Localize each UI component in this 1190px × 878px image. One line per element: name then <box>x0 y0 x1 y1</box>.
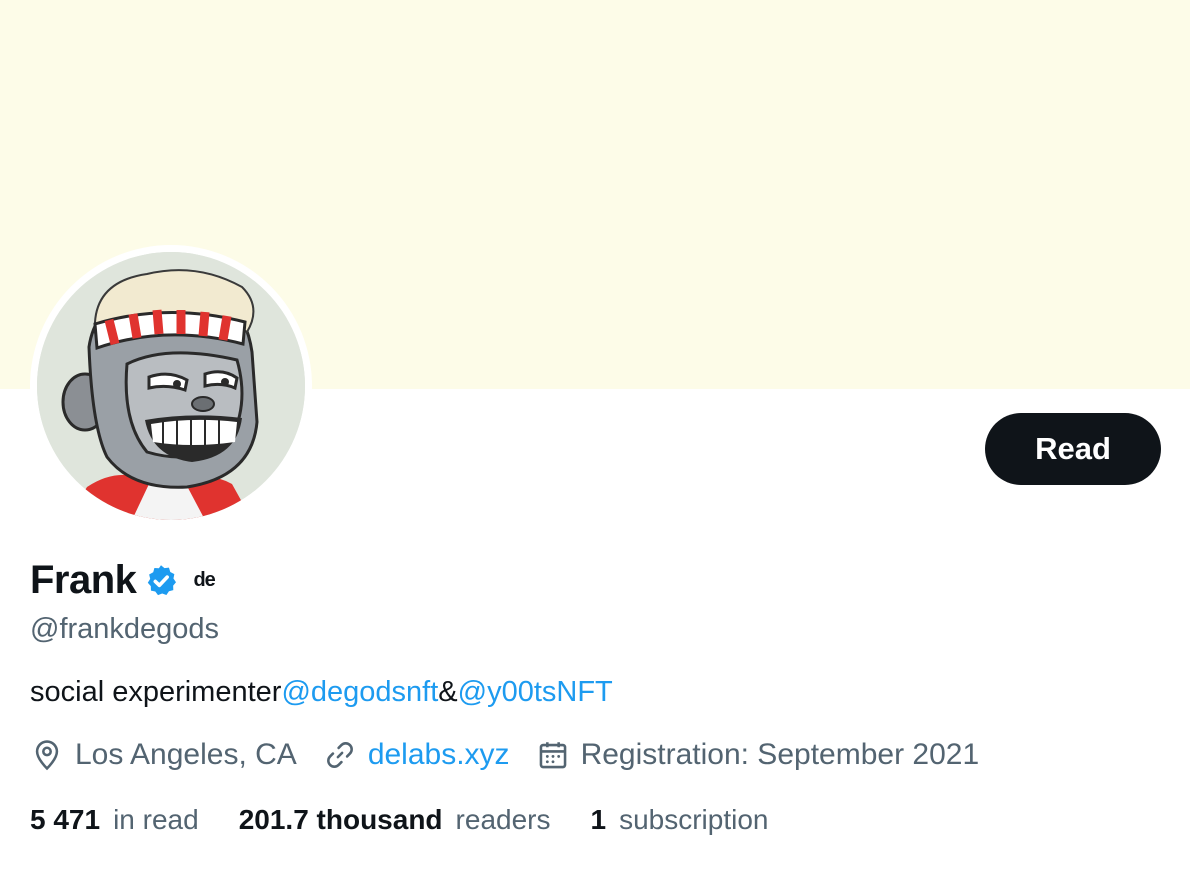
following-label: in read <box>113 804 199 835</box>
subscriptions-stat[interactable]: 1 subscription <box>590 804 768 836</box>
joined-text: Registration: September 2021 <box>580 738 980 771</box>
verified-badge-icon[interactable] <box>143 563 179 599</box>
followers-count: 201.7 thousand <box>238 804 443 835</box>
profile-stats: 5 471 in read 201.7 thousand readers 1 s… <box>30 804 808 836</box>
calendar-icon <box>539 742 566 769</box>
profile-bio: social experimenter@degodsnft&@y00tsNFT <box>30 676 613 709</box>
location-item: Los Angeles, CA <box>30 738 297 772</box>
bio-mention-y00tsnft[interactable]: @y00tsNFT <box>458 676 613 708</box>
read-button[interactable]: Read <box>985 413 1161 485</box>
location-text: Los Angeles, CA <box>75 738 297 771</box>
website-item: delabs.xyz <box>323 738 510 772</box>
display-name: Frank <box>30 558 137 602</box>
subscriptions-count: 1 <box>590 804 607 835</box>
profile-page: Read Frank de @frankdegods social experi… <box>0 0 1190 878</box>
following-count: 5 471 <box>30 804 101 835</box>
followers-stat[interactable]: 201.7 thousand readers <box>239 804 551 836</box>
bio-ampersand: & <box>438 676 458 708</box>
name-row: Frank de <box>30 558 216 603</box>
joined-item: Registration: September 2021 <box>536 738 980 772</box>
bio-mention-degodsnft[interactable]: @degodsnft <box>281 676 438 708</box>
location-pin-icon <box>35 740 59 771</box>
link-icon <box>326 742 353 768</box>
website-link[interactable]: delabs.xyz <box>368 738 510 772</box>
profile-meta: Los Angeles, CA delabs.xyz Registration:… <box>30 738 1005 772</box>
avatar[interactable] <box>30 245 312 527</box>
following-stat[interactable]: 5 471 in read <box>30 804 199 836</box>
avatar-image <box>37 252 305 520</box>
ape-avatar-illustration <box>37 252 305 520</box>
followers-label: readers <box>455 804 551 835</box>
subscriptions-label: subscription <box>619 804 769 835</box>
affiliate-badge[interactable]: de <box>193 569 215 592</box>
bio-text: social experimenter <box>30 676 282 708</box>
profile-handle: @frankdegods <box>30 613 220 645</box>
